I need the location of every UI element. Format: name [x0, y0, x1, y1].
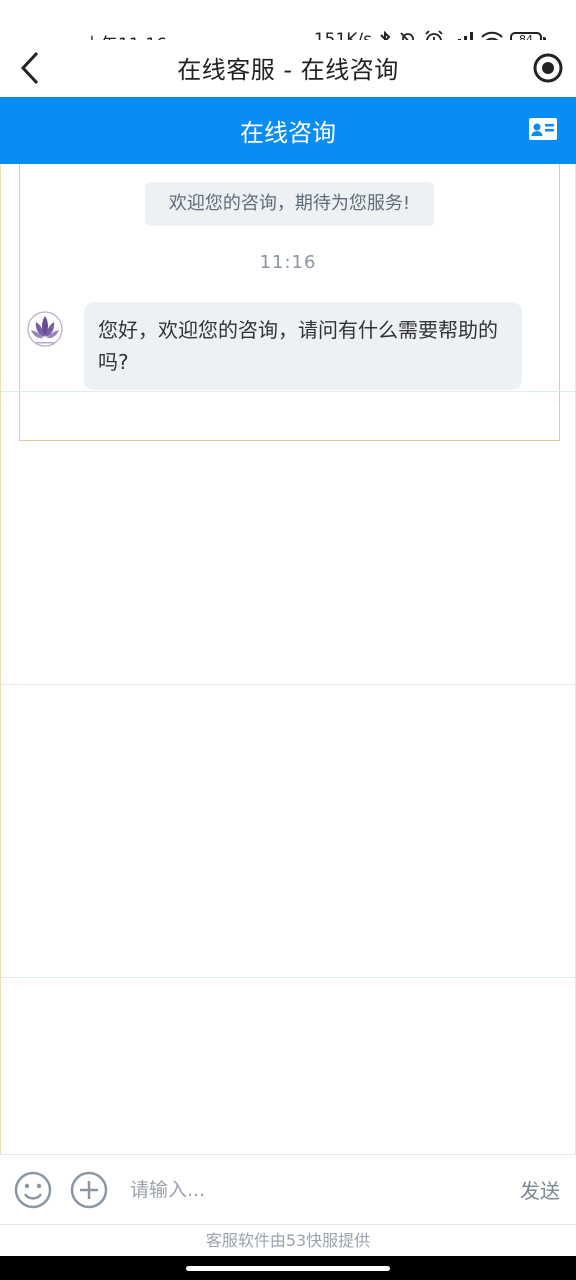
- status-bar: 上午11:16 151K/s 84: [0, 0, 576, 55]
- page-title: 在线客服 - 在线咨询: [177, 56, 399, 84]
- message-timestamp: 11:16: [259, 252, 317, 273]
- agent-avatar: [23, 308, 67, 352]
- input-bar: 发送: [0, 1154, 576, 1224]
- message-input[interactable]: [130, 1169, 490, 1211]
- divider: [1, 684, 576, 685]
- send-button[interactable]: 发送: [520, 1175, 560, 1204]
- home-indicator[interactable]: [186, 1266, 390, 1271]
- record-button[interactable]: [530, 48, 566, 88]
- welcome-notice: 欢迎您的咨询，期待为您服务!: [145, 182, 434, 226]
- divider: [1, 977, 576, 978]
- system-nav-bar: [0, 1256, 576, 1280]
- lotus-logo-icon: [27, 311, 63, 347]
- app-header: 在线客服 - 在线咨询: [0, 40, 576, 97]
- chat-title-bar: 在线咨询: [0, 97, 576, 164]
- powered-by-footer: 客服软件由53快服提供: [0, 1224, 576, 1256]
- chat-title: 在线咨询: [240, 119, 336, 147]
- chat-area[interactable]: 欢迎您的咨询，期待为您服务! 11:16 您好，欢迎您的咨询，请问有什么需要帮助…: [0, 164, 576, 1154]
- agent-message-bubble: 您好，欢迎您的咨询，请问有什么需要帮助的吗?: [84, 302, 522, 390]
- divider: [1, 391, 576, 392]
- emoji-icon[interactable]: [14, 1171, 52, 1209]
- record-icon: [533, 53, 563, 83]
- contact-card-icon[interactable]: [528, 117, 558, 141]
- plus-icon[interactable]: [70, 1171, 108, 1209]
